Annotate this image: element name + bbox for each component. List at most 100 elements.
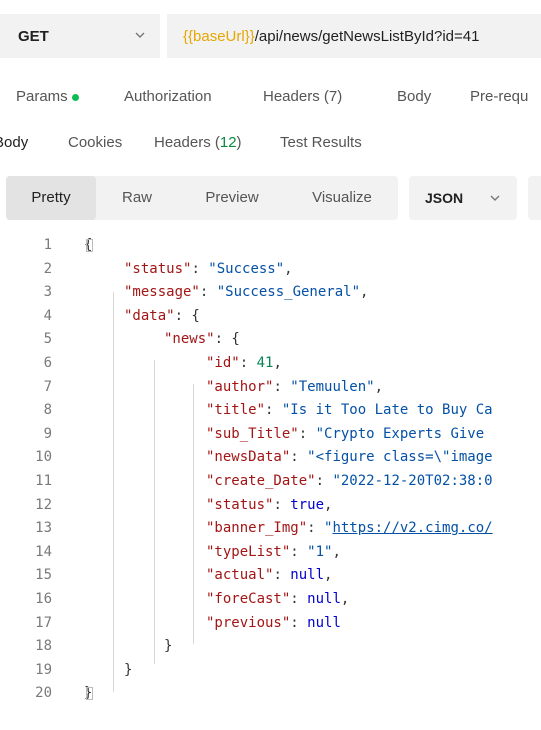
line-number: 16 xyxy=(35,591,52,607)
line-number: 17 xyxy=(35,614,52,631)
code-content: } xyxy=(124,659,132,682)
line-number: 3 xyxy=(43,284,52,301)
code-token: "Success_General" xyxy=(216,284,361,301)
code-line: 12 "status": true, xyxy=(0,494,541,517)
method-select[interactable]: GET xyxy=(0,14,160,58)
code-token: , xyxy=(374,378,384,395)
code-token: null xyxy=(307,591,341,607)
code-token: : { xyxy=(174,307,200,324)
view-raw[interactable]: Raw xyxy=(102,176,172,220)
code-token: : xyxy=(273,378,291,395)
code-token: "title" xyxy=(206,402,266,419)
tab-response-headers[interactable]: Headers (12) xyxy=(154,134,242,151)
view-preview[interactable]: Preview xyxy=(182,176,282,220)
code-content: "sub_Title": "Crypto Experts Give xyxy=(206,423,484,446)
line-number: 14 xyxy=(35,543,52,560)
line-number: 1 xyxy=(43,237,52,253)
code-line: 19} xyxy=(0,659,541,682)
code-content: "status": true, xyxy=(206,494,332,517)
code-token: , xyxy=(284,260,293,277)
code-content: "newsData": "<figure class=\"image xyxy=(206,446,493,469)
code-token: "author" xyxy=(206,378,274,395)
code-token: , xyxy=(332,543,341,560)
code-token: : xyxy=(265,402,282,419)
code-line: 1{ xyxy=(0,234,541,257)
line-number: 9 xyxy=(43,425,52,442)
response-tabs: Body Cookies Headers (12) Test Results xyxy=(0,124,541,164)
params-active-dot xyxy=(71,93,79,101)
code-token: null xyxy=(307,614,341,631)
tab-authorization[interactable]: Authorization xyxy=(124,88,212,105)
code-token: null xyxy=(290,567,325,584)
code-line: 4 "data": { xyxy=(0,305,541,328)
request-bar: GET {{baseUrl}}/api/news/getNewsListById… xyxy=(0,0,541,68)
tab-pre-request[interactable]: Pre-requ xyxy=(470,88,528,105)
code-line: 9 "sub_Title": "Crypto Experts Give xyxy=(0,423,541,446)
code-line: 2 "status": "Success", xyxy=(0,258,541,281)
code-content: "banner_Img": "https://v2.cimg.co/ xyxy=(206,517,493,540)
code-token: "actual" xyxy=(206,567,274,584)
code-content: "typeList": "1", xyxy=(206,541,341,564)
code-token: "Temuulen" xyxy=(290,378,375,395)
code-token: "typeList" xyxy=(206,543,291,560)
code-token: : xyxy=(290,449,308,466)
line-number: 4 xyxy=(43,307,52,324)
code-token: "status" xyxy=(206,496,274,513)
fold-marker-icon[interactable] xyxy=(86,239,93,252)
code-token: : xyxy=(307,520,325,537)
tab-cookies[interactable]: Cookies xyxy=(68,134,122,151)
line-number: 6 xyxy=(43,355,52,371)
code-token: : xyxy=(290,614,308,631)
code-token: "banner_Img" xyxy=(206,520,308,537)
code-token: "status" xyxy=(124,260,192,277)
code-token: , xyxy=(324,496,333,513)
code-line: 14 "typeList": "1", xyxy=(0,541,541,564)
code-token: : xyxy=(298,425,316,442)
chevron-down-icon xyxy=(135,32,145,38)
method-label: GET xyxy=(18,27,49,45)
line-number: 18 xyxy=(35,638,52,655)
code-token: "create_Date" xyxy=(206,473,316,489)
view-mode-group: Pretty Raw Preview Visualize xyxy=(6,176,398,220)
code-token: } xyxy=(164,638,173,655)
code-token: , xyxy=(340,591,350,607)
code-token: "news" xyxy=(164,331,215,348)
code-token: "1" xyxy=(307,543,333,560)
code-content: "create_Date": "2022-12-20T02:38:0 xyxy=(206,470,493,493)
view-pretty[interactable]: Pretty xyxy=(6,176,96,220)
code-line: 11 "create_Date": "2022-12-20T02:38:0 xyxy=(0,470,541,493)
code-token: : xyxy=(315,473,333,489)
response-body-editor[interactable]: 1{2 "status": "Success", 3 "message": "Succ… xyxy=(0,232,541,730)
code-token: "id" xyxy=(206,355,240,371)
code-token: , xyxy=(273,355,282,371)
request-tabs: Params Authorization Headers (7) Body Pr… xyxy=(0,76,541,116)
tab-body[interactable]: Body xyxy=(397,88,431,105)
line-number: 19 xyxy=(35,661,52,678)
code-token: } xyxy=(124,661,133,678)
tab-response-body[interactable]: Body xyxy=(0,134,28,151)
headers-count: 12 xyxy=(219,134,237,151)
code-line: 20} xyxy=(0,682,541,705)
code-token: 41 xyxy=(256,355,274,371)
code-token: "data" xyxy=(124,307,175,324)
tab-params[interactable]: Params xyxy=(16,88,79,105)
format-select[interactable]: JSON xyxy=(409,176,517,220)
code-content: "foreCast": null, xyxy=(206,588,349,611)
tab-headers[interactable]: Headers (7) xyxy=(263,88,342,105)
tab-test-results[interactable]: Test Results xyxy=(280,134,362,151)
view-visualize[interactable]: Visualize xyxy=(290,176,394,220)
code-token: "previous" xyxy=(206,614,291,631)
code-content: "actual": null, xyxy=(206,564,332,587)
code-token: : { xyxy=(214,331,240,348)
response-toolbar: Pretty Raw Preview Visualize JSON xyxy=(0,176,541,222)
code-token: , xyxy=(360,284,369,301)
code-line: 15 "actual": null, xyxy=(0,564,541,587)
line-number: 2 xyxy=(43,260,52,277)
toolbar-extra-button[interactable] xyxy=(528,176,541,220)
code-token: "2022-12-20T02:38:0 xyxy=(332,473,493,489)
line-number: 20 xyxy=(35,685,52,702)
url-input[interactable]: {{baseUrl}}/api/news/getNewsListById?id=… xyxy=(167,14,541,58)
code-token: "Is it Too Late to Buy Ca xyxy=(281,402,493,419)
code-token: "<figure class=\"image xyxy=(307,449,493,466)
fold-marker-icon[interactable] xyxy=(86,687,93,701)
